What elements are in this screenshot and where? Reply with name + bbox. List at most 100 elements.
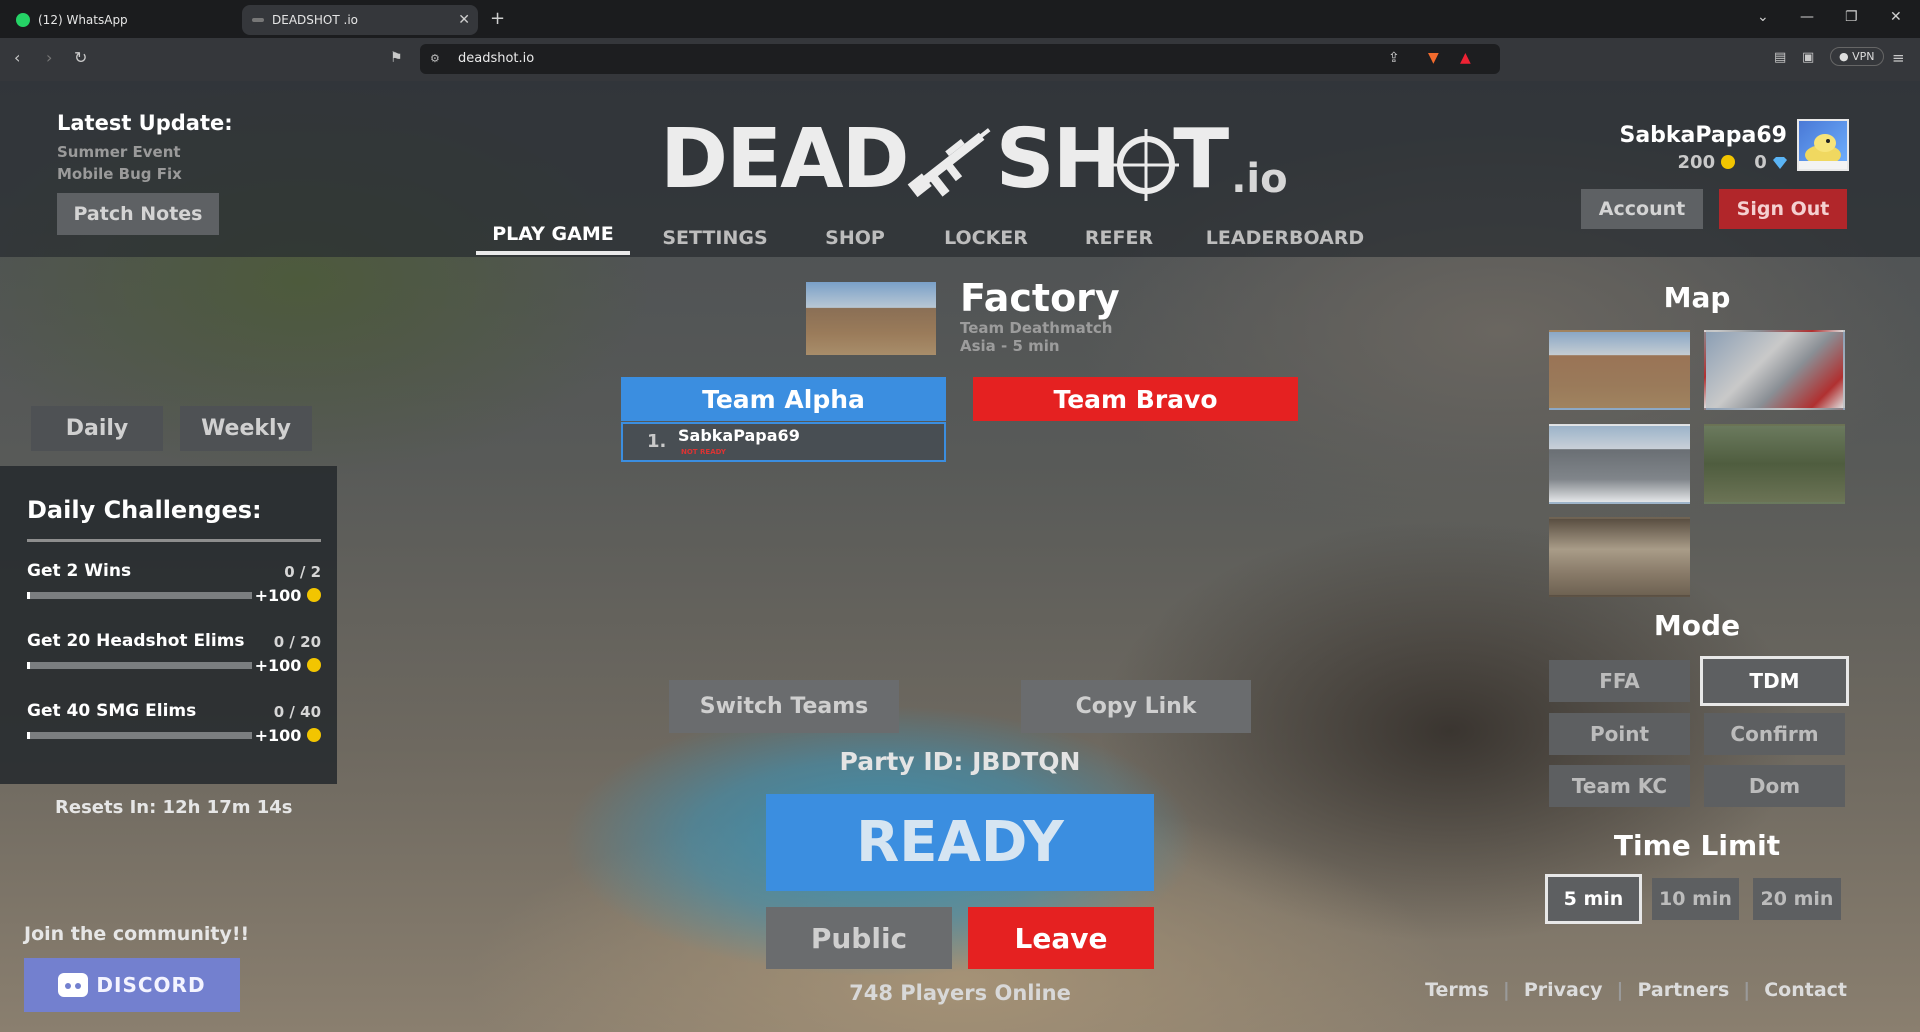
footer-contact[interactable]: Contact — [1764, 979, 1847, 1001]
team-alpha-button[interactable]: Team Alpha — [621, 377, 946, 421]
logo-text-end: T — [1173, 112, 1229, 207]
progress-bar — [27, 592, 252, 599]
sidebar-icon[interactable]: ▤ — [1774, 50, 1786, 65]
tab-whatsapp[interactable]: (12) WhatsApp — [6, 5, 236, 35]
game-page: Latest Update: Summer Event Mobile Bug F… — [0, 81, 1920, 1032]
challenge-reward: +100 — [255, 586, 321, 605]
sign-out-button[interactable]: Sign Out — [1719, 189, 1847, 229]
user-info: SabkaPapa69 200 0 — [1619, 123, 1787, 173]
player-status: NOT READY — [681, 448, 726, 456]
brave-rewards-icon[interactable]: ▲ — [1460, 50, 1471, 66]
time-limit-heading: Time Limit — [1613, 829, 1781, 862]
new-tab-button[interactable]: + — [490, 8, 505, 29]
nav-leaderboard[interactable]: LEADERBOARD — [1202, 215, 1368, 255]
progress-bar — [27, 662, 252, 669]
balance: 200 0 — [1619, 152, 1787, 173]
time-10-min[interactable]: 10 min — [1652, 878, 1739, 920]
tab-weekly[interactable]: Weekly — [180, 406, 312, 451]
resets-timer: Resets In: 12h 17m 14s — [55, 797, 293, 818]
rifle-icon — [907, 128, 991, 198]
address-bar[interactable]: ⚙ deadshot.io ⇪ ▼ ▲ — [420, 44, 1500, 74]
reward-amount: +100 — [254, 656, 302, 675]
tab-title: DEADSHOT .io — [272, 13, 358, 27]
restore-icon[interactable]: ❐ — [1845, 9, 1858, 25]
account-button[interactable]: Account — [1581, 189, 1703, 229]
brave-shield-icon[interactable]: ▼ — [1428, 50, 1439, 66]
nav-shop[interactable]: SHOP — [812, 215, 898, 255]
tab-title: (12) WhatsApp — [38, 13, 128, 27]
footer-links: Terms | Privacy | Partners | Contact — [1425, 979, 1847, 1001]
browser-nav-bar: ‹ › ↻ ⚑ ⚙ deadshot.io ⇪ ▼ ▲ ▤ ▣ ● VPN ≡ — [0, 38, 1920, 81]
vpn-button[interactable]: ● VPN — [1830, 47, 1884, 66]
footer-terms[interactable]: Terms — [1425, 979, 1489, 1001]
reward-amount: +100 — [254, 726, 302, 745]
map-name: Factory — [960, 276, 1120, 320]
ready-button[interactable]: READY — [766, 794, 1154, 891]
separator: | — [1743, 979, 1751, 1001]
challenge-name: Get 40 SMG Elims — [27, 701, 197, 721]
patch-notes-button[interactable]: Patch Notes — [57, 193, 219, 235]
tab-deadshot[interactable]: DEADSHOT .io ✕ — [242, 5, 478, 35]
nav-locker[interactable]: LOCKER — [936, 215, 1036, 255]
map-heading: Map — [1663, 281, 1731, 314]
menu-icon[interactable]: ≡ — [1892, 49, 1905, 67]
challenge-progress: 0 / 40 — [273, 703, 321, 721]
mode-team-kc[interactable]: Team KC — [1549, 765, 1690, 807]
vpn-label: VPN — [1852, 50, 1875, 63]
separator: | — [1502, 979, 1510, 1001]
copy-link-button[interactable]: Copy Link — [1021, 680, 1251, 733]
map-option-factory[interactable] — [1549, 330, 1690, 410]
challenge-reward: +100 — [255, 726, 321, 745]
map-option-5[interactable] — [1549, 517, 1690, 597]
close-window-icon[interactable]: ✕ — [1890, 9, 1902, 25]
latest-update: Latest Update: Summer Event Mobile Bug F… — [57, 111, 233, 185]
reload-icon[interactable]: ↻ — [74, 48, 87, 67]
team-bravo-button[interactable]: Team Bravo — [973, 377, 1298, 421]
nav-play-game[interactable]: PLAY GAME — [476, 215, 630, 255]
avatar[interactable] — [1797, 119, 1849, 171]
site-info-icon[interactable]: ⚙ — [430, 52, 440, 65]
reward-amount: +100 — [254, 586, 302, 605]
chevron-down-icon[interactable]: ⌄ — [1757, 9, 1769, 25]
challenges-title: Daily Challenges: — [27, 496, 262, 524]
browser-tab-bar: (12) WhatsApp DEADSHOT .io ✕ + ⌄ — ❐ ✕ — [0, 0, 1920, 38]
mode-heading: Mode — [1653, 609, 1741, 642]
url-text[interactable]: deadshot.io — [458, 51, 534, 66]
time-5-min[interactable]: 5 min — [1545, 874, 1642, 924]
public-button[interactable]: Public — [766, 907, 952, 969]
map-option-2[interactable] — [1704, 330, 1845, 410]
mode-confirm[interactable]: Confirm — [1704, 713, 1845, 755]
share-icon[interactable]: ⇪ — [1388, 50, 1400, 66]
nav-refer[interactable]: REFER — [1076, 215, 1162, 255]
player-name: SabkaPapa69 — [678, 426, 800, 445]
player-index: 1. — [647, 431, 667, 452]
tab-daily[interactable]: Daily — [31, 406, 163, 451]
coin-icon — [307, 658, 321, 672]
wallet-icon[interactable]: ▣ — [1802, 50, 1814, 65]
logo-text-left: DEAD — [660, 112, 910, 207]
player-slot: 1. SabkaPapa69 NOT READY — [621, 422, 946, 462]
time-20-min[interactable]: 20 min — [1753, 878, 1841, 920]
footer-privacy[interactable]: Privacy — [1524, 979, 1603, 1001]
map-option-3[interactable] — [1549, 424, 1690, 504]
map-option-4[interactable] — [1704, 424, 1845, 504]
switch-teams-button[interactable]: Switch Teams — [669, 680, 899, 733]
update-line: Summer Event — [57, 143, 181, 161]
minimize-icon[interactable]: — — [1800, 9, 1814, 25]
mode-ffa[interactable]: FFA — [1549, 660, 1690, 702]
progress-fill — [27, 592, 31, 599]
mode-point[interactable]: Point — [1549, 713, 1690, 755]
close-icon[interactable]: ✕ — [458, 12, 470, 28]
logo-suffix: .io — [1231, 156, 1288, 202]
mode-dom[interactable]: Dom — [1704, 765, 1845, 807]
nav-settings[interactable]: SETTINGS — [656, 215, 774, 255]
footer-partners[interactable]: Partners — [1637, 979, 1729, 1001]
latest-update-title: Latest Update: — [57, 111, 233, 135]
leave-button[interactable]: Leave — [968, 907, 1154, 969]
forward-icon[interactable]: › — [46, 48, 52, 67]
mode-tdm[interactable]: TDM — [1700, 656, 1849, 706]
challenges-panel: Daily Challenges: Get 2 Wins 0 / 2 +100 … — [0, 466, 337, 784]
back-icon[interactable]: ‹ — [14, 48, 20, 67]
bookmark-icon[interactable]: ⚑ — [390, 50, 403, 66]
whatsapp-icon — [16, 13, 30, 27]
